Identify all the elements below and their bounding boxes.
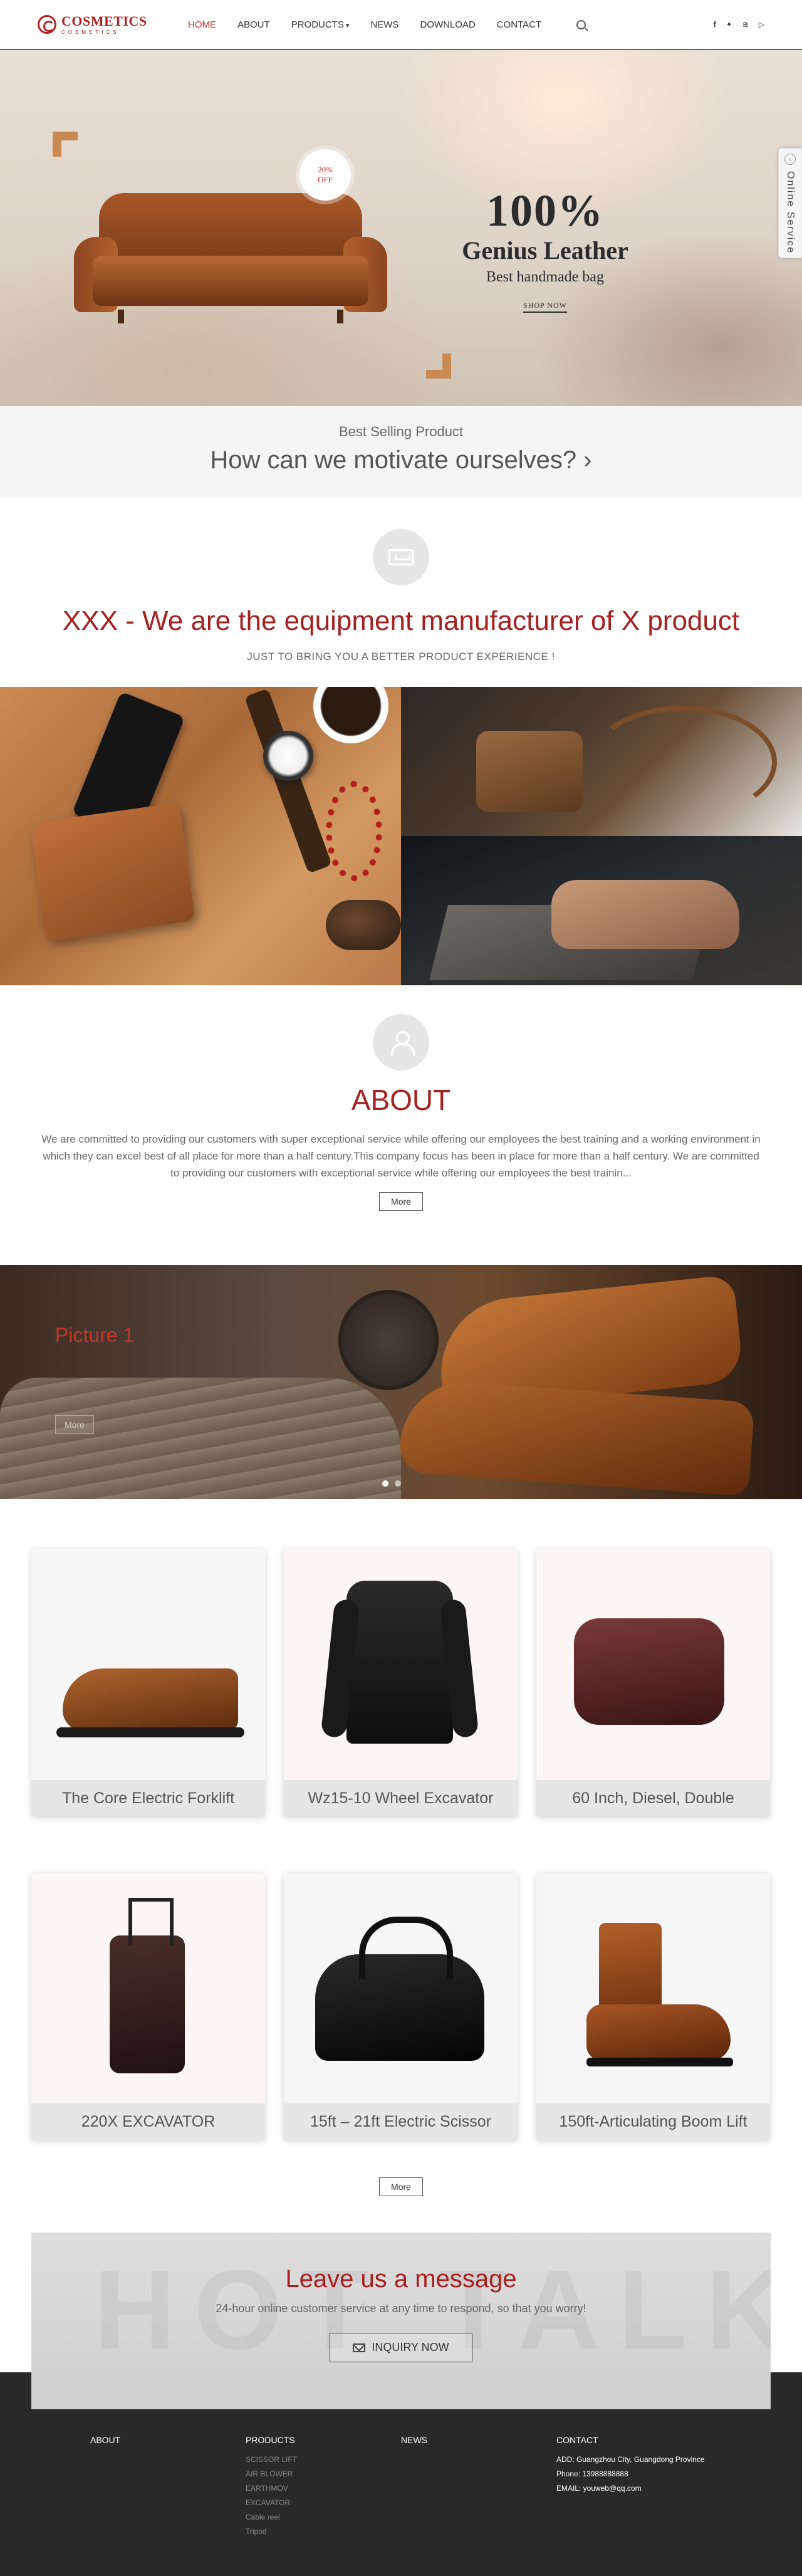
- logo[interactable]: COSMETICS COSMETICS: [38, 14, 150, 35]
- products-more-button[interactable]: More: [379, 2177, 423, 2196]
- product-name[interactable]: 220X EXCAVATOR: [31, 2103, 265, 2140]
- logo-title: COSMETICS: [61, 13, 147, 29]
- product-name[interactable]: The Core Electric Forklift: [31, 1780, 265, 1816]
- about-more-button[interactable]: More: [379, 1191, 423, 1211]
- nav-products[interactable]: PRODUCTS: [291, 19, 350, 30]
- social-links: f ✦ ≋ ▷: [714, 20, 764, 29]
- shoe-image: [398, 1378, 755, 1497]
- message-title: Leave us a message: [285, 2265, 517, 2293]
- message-subtitle: 24-hour online customer service at any t…: [216, 2302, 586, 2315]
- footer-link[interactable]: EXCAVATOR: [246, 2498, 401, 2507]
- message-section: HOT TALK Leave us a message 24-hour onli…: [0, 2233, 802, 2409]
- nav-contact[interactable]: CONTACT: [497, 19, 541, 30]
- footer-link[interactable]: SCISSOR LIFT: [246, 2455, 401, 2464]
- product-card[interactable]: 150ft-Articulating Boom Lift: [536, 1873, 770, 2140]
- best-selling-section: Best Selling Product How can we motivate…: [0, 406, 802, 498]
- footer-contact-title[interactable]: CONTACT: [556, 2435, 712, 2445]
- rss-icon[interactable]: ≋: [742, 20, 749, 29]
- about-title: ABOUT: [351, 1084, 451, 1116]
- product-card[interactable]: Wz15-10 Wheel Excavator: [284, 1549, 518, 1816]
- twitter-icon[interactable]: ✦: [726, 20, 732, 29]
- product-name[interactable]: 15ft – 21ft Electric Scissor: [284, 2103, 518, 2140]
- main-nav: HOME ABOUT PRODUCTS NEWS DOWNLOAD CONTAC…: [188, 19, 541, 30]
- footer-email: EMAIL: youweb@qq.com: [556, 2484, 642, 2493]
- nav-news[interactable]: NEWS: [370, 19, 398, 30]
- section-link[interactable]: How can we motivate ourselves?: [0, 446, 802, 474]
- site-header: COSMETICS COSMETICS HOME ABOUT PRODUCTS …: [0, 0, 802, 50]
- hero-subtitle: Best handmade bag: [486, 269, 604, 285]
- footer-products-title[interactable]: PRODUCTS: [246, 2435, 401, 2445]
- footer-link[interactable]: AIR BLOWER: [246, 2469, 401, 2478]
- hero-slider[interactable]: 20% OFF 100% Genius Leather Best handmad…: [0, 50, 802, 406]
- discount-badge: 20% OFF: [299, 149, 351, 201]
- products-section: The Core Electric Forklift Wz15-10 Wheel…: [0, 1499, 802, 2196]
- product-name[interactable]: Wz15-10 Wheel Excavator: [284, 1780, 518, 1816]
- product-name[interactable]: 60 Inch, Diesel, Double: [536, 1780, 770, 1816]
- product-image[interactable]: [536, 1873, 770, 2103]
- logo-icon: [38, 15, 56, 34]
- footer-link[interactable]: Tripod: [246, 2527, 401, 2536]
- footer-about-title[interactable]: ABOUT: [90, 2435, 246, 2445]
- product-card[interactable]: The Core Electric Forklift: [31, 1549, 265, 1816]
- picture-banner[interactable]: Picture 1 More: [0, 1265, 802, 1499]
- nav-home[interactable]: HOME: [188, 19, 216, 30]
- craftsman-photo: [401, 836, 802, 985]
- product-card[interactable]: 15ft – 21ft Electric Scissor: [284, 1873, 518, 2140]
- youtube-icon[interactable]: ▷: [759, 20, 764, 29]
- decorative-corner: [53, 132, 78, 157]
- product-name[interactable]: 150ft-Articulating Boom Lift: [536, 2103, 770, 2140]
- about-section: ABOUT We are committed to providing our …: [0, 985, 802, 1265]
- about-text: We are committed to providing our custom…: [41, 1133, 761, 1180]
- manufacturer-title: XXX - We are the equipment manufacturer …: [62, 605, 740, 636]
- product-card[interactable]: 220X EXCAVATOR: [31, 1873, 265, 2140]
- product-image[interactable]: [284, 1873, 518, 2103]
- footer-news-title[interactable]: NEWS: [401, 2435, 556, 2445]
- footer-link[interactable]: Cable reel: [246, 2513, 401, 2521]
- product-image[interactable]: [284, 1549, 518, 1780]
- photo-grid: [0, 687, 802, 985]
- decorative-corner: [426, 353, 451, 379]
- hero-title: Genius Leather: [462, 236, 628, 264]
- product-image[interactable]: [536, 1549, 770, 1780]
- clock-image: [338, 1290, 439, 1390]
- shop-now-link[interactable]: SHOP NOW: [523, 301, 567, 313]
- banner-title: Picture 1: [55, 1324, 135, 1346]
- product-image[interactable]: [31, 1873, 265, 2103]
- hero-headline: 100%: [486, 186, 604, 236]
- slider-dots: [382, 1480, 401, 1487]
- mail-icon: [353, 2343, 366, 2352]
- search-icon[interactable]: [576, 19, 586, 29]
- slider-dot[interactable]: [395, 1480, 401, 1487]
- tray-icon: [373, 529, 429, 585]
- nav-download[interactable]: DOWNLOAD: [420, 19, 475, 30]
- product-image[interactable]: [31, 1549, 265, 1780]
- product-card[interactable]: 60 Inch, Diesel, Double: [536, 1549, 770, 1816]
- sofa-image: [74, 193, 387, 362]
- slider-dot-active[interactable]: [382, 1480, 388, 1487]
- leather-bag-photo: [401, 687, 802, 836]
- manufacturer-section: XXX - We are the equipment manufacturer …: [0, 498, 802, 687]
- inquiry-button[interactable]: INQUIRY NOW: [330, 2333, 472, 2362]
- online-service-label: Online Service: [785, 171, 796, 254]
- manufacturer-subtitle: JUST TO BRING YOU A BETTER PRODUCT EXPER…: [247, 651, 555, 662]
- leather-accessories-photo: [0, 687, 401, 985]
- inquiry-label: INQUIRY NOW: [372, 2341, 449, 2353]
- message-box: HOT TALK Leave us a message 24-hour onli…: [31, 2233, 771, 2409]
- chevron-left-icon[interactable]: ‹: [784, 154, 796, 165]
- logo-subtitle: COSMETICS: [61, 29, 120, 35]
- footer-link[interactable]: EARTHMOV: [246, 2484, 401, 2493]
- fabric-image: [0, 1378, 401, 1499]
- facebook-icon[interactable]: f: [714, 20, 716, 29]
- banner-more-button[interactable]: More: [55, 1415, 94, 1434]
- online-service-tab[interactable]: ‹ Online Service: [778, 148, 802, 258]
- user-icon: [373, 1014, 429, 1071]
- footer-address: ADD: Guangzhou City, Guangdong Province: [556, 2455, 705, 2464]
- nav-about[interactable]: ABOUT: [237, 19, 270, 30]
- section-subtitle: Best Selling Product: [338, 424, 464, 439]
- hero-caption: 100% Genius Leather Best handmade bag SH…: [432, 188, 658, 313]
- footer-phone: Phone: 13988888888: [556, 2469, 628, 2478]
